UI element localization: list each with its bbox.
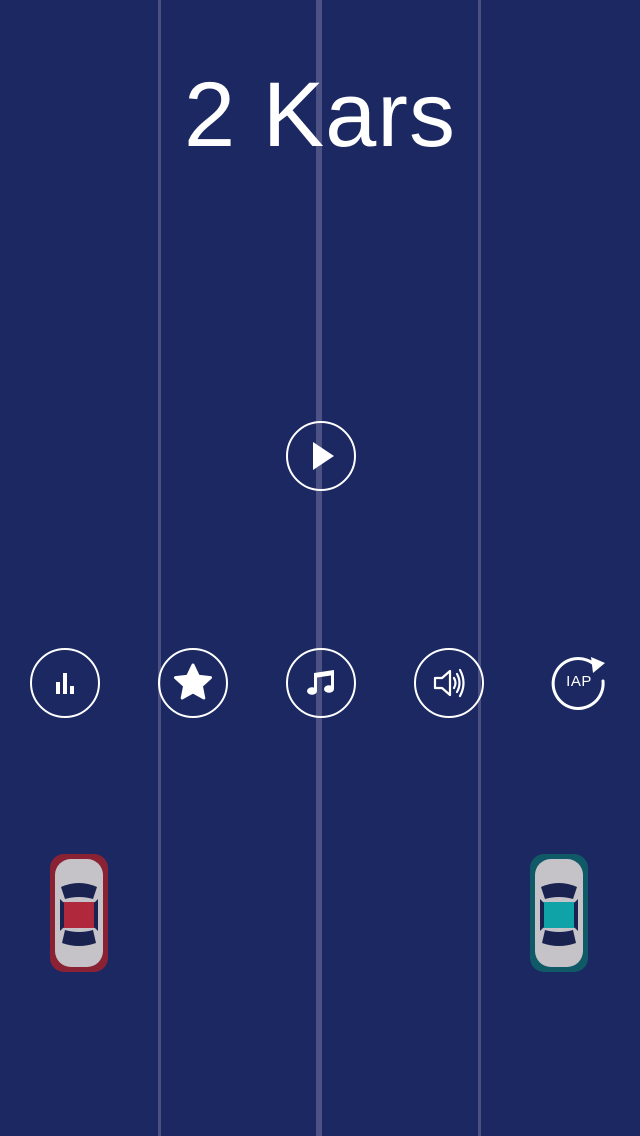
- lane-divider-left: [158, 0, 161, 1136]
- iap-label: IAP: [566, 672, 592, 690]
- speaker-icon: [433, 668, 465, 698]
- leaderboard-button[interactable]: [30, 648, 100, 718]
- left-car: [48, 853, 110, 973]
- music-button[interactable]: [286, 648, 356, 718]
- star-icon: [174, 663, 212, 700]
- rate-button[interactable]: [158, 648, 228, 718]
- right-car: [528, 853, 590, 973]
- lane-divider-center: [316, 0, 322, 1136]
- restore-purchases-button[interactable]: IAP: [547, 649, 611, 713]
- game-title: 2 Kars: [184, 64, 456, 166]
- play-button[interactable]: [286, 421, 356, 491]
- sound-button[interactable]: [414, 648, 484, 718]
- music-note-icon: [307, 670, 334, 695]
- bar-chart-icon: [56, 673, 74, 694]
- lane-divider-right: [478, 0, 481, 1136]
- play-icon: [313, 442, 334, 470]
